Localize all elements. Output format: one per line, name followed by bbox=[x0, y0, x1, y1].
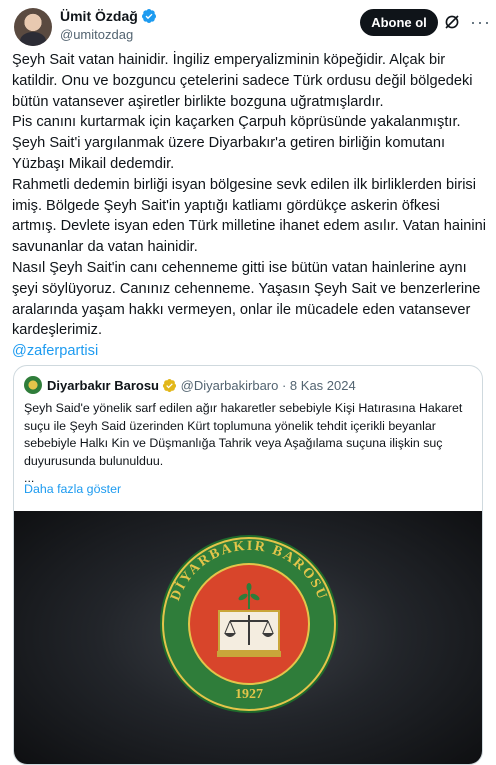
show-more-link[interactable]: Daha fazla göster bbox=[24, 482, 121, 496]
quote-author-name[interactable]: Diyarbakır Barosu bbox=[47, 378, 159, 393]
grok-icon[interactable] bbox=[444, 14, 460, 30]
quote-text: Şeyh Said'e yönelik sarf edilen ağır hak… bbox=[24, 400, 474, 488]
follow-button[interactable]: Abone ol bbox=[360, 9, 438, 36]
tweet-header: Ümit Özdağ @umitozdag Abone ol ··· bbox=[0, 0, 496, 48]
author-name[interactable]: Ümit Özdağ bbox=[60, 8, 138, 24]
quote-date[interactable]: · 8 Kas 2024 bbox=[282, 378, 356, 393]
tweet-text: Şeyh Sait vatan hainidir. İngiliz empery… bbox=[12, 50, 486, 362]
bar-association-logo: DİYARBAKIR BAROSU 1927 bbox=[160, 535, 338, 713]
author-handle[interactable]: @umitozdag bbox=[60, 27, 133, 42]
author-name-row[interactable]: Ümit Özdağ bbox=[60, 8, 157, 24]
mention-link[interactable]: @zaferpartisi bbox=[12, 343, 98, 359]
quote-header: Diyarbakır Barosu @Diyarbakirbaro · 8 Ka… bbox=[24, 376, 356, 394]
tweet-paragraph: Şeyh Sait vatan hainidir. İngiliz empery… bbox=[12, 52, 473, 110]
verified-badge-icon bbox=[141, 9, 156, 23]
scales-of-justice-icon bbox=[217, 610, 281, 657]
tweet-paragraph: Rahmetli dedemin birliği isyan bölgesine… bbox=[12, 176, 486, 256]
quote-body: Şeyh Said'e yönelik sarf edilen ağır hak… bbox=[24, 401, 463, 468]
more-options-icon[interactable]: ··· bbox=[470, 12, 491, 33]
author-avatar[interactable] bbox=[14, 8, 52, 46]
quote-author-handle[interactable]: @Diyarbakirbaro bbox=[181, 378, 279, 393]
quote-media-image[interactable]: DİYARBAKIR BAROSU 1927 bbox=[14, 511, 482, 764]
logo-year: 1927 bbox=[235, 687, 263, 702]
quoted-tweet[interactable]: Diyarbakır Barosu @Diyarbakirbaro · 8 Ka… bbox=[13, 365, 483, 765]
quote-avatar[interactable] bbox=[24, 376, 42, 394]
tweet-paragraph: Nasıl Şeyh Sait'in canı cehenneme gitti … bbox=[12, 259, 481, 339]
gold-verified-badge-icon bbox=[162, 378, 177, 393]
tweet-paragraph: Pis canını kurtarmak için kaçarken Çarpu… bbox=[12, 114, 461, 172]
